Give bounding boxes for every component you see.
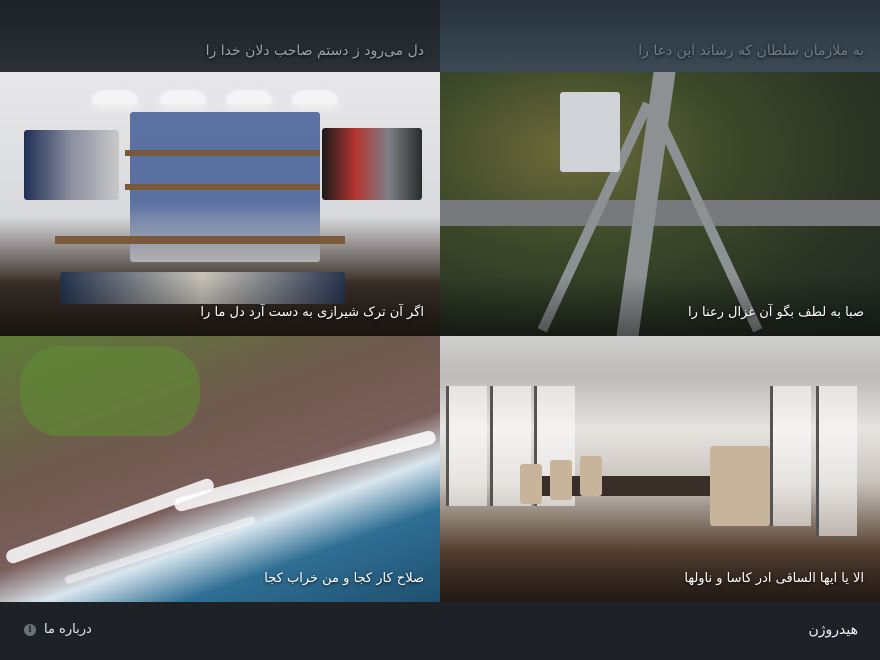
wave-shape bbox=[4, 476, 216, 566]
tile-highway[interactable]: صبا به لطف بگو آن غزال رعنا را bbox=[440, 72, 880, 336]
tile-top-left[interactable]: دل می‌رود ز دستم صاحب دلان خدا را bbox=[0, 0, 440, 72]
image-grid: دل می‌رود ز دستم صاحب دلان خدا را به ملا… bbox=[0, 0, 880, 602]
tile-conference[interactable]: الا یا ایها الساقی ادر کاسا و ناولها bbox=[440, 336, 880, 602]
tile-caption: الا یا ایها الساقی ادر کاسا و ناولها bbox=[684, 571, 864, 586]
tile-caption: صبا به لطف بگو آن غزال رعنا را bbox=[687, 305, 864, 320]
tile-caption: دل می‌رود ز دستم صاحب دلان خدا را bbox=[205, 43, 424, 59]
chair-shape bbox=[710, 446, 770, 526]
road-shape bbox=[440, 200, 880, 226]
clothes-rack bbox=[322, 128, 422, 200]
lamp-shape bbox=[92, 90, 138, 104]
tile-store[interactable]: اگر آن ترک شیرازی به دست آرد دل ما را bbox=[0, 72, 440, 336]
tile-caption: اگر آن ترک شیرازی به دست آرد دل ما را bbox=[200, 305, 424, 320]
chair-shape bbox=[550, 460, 572, 500]
info-icon: i bbox=[24, 623, 36, 636]
tile-caption: صلاح کار کجا و من خراب کجا bbox=[264, 571, 424, 586]
shelf bbox=[125, 150, 320, 156]
brand-name[interactable]: هیدروژن bbox=[808, 622, 858, 638]
shelf bbox=[125, 184, 320, 190]
tile-caption: به ملازمان سلطان که رساند این دعا را bbox=[638, 43, 864, 59]
footer-bar: هیدروژن درباره ما i bbox=[0, 602, 880, 660]
wave-shape bbox=[172, 429, 438, 513]
lamp-shape bbox=[292, 90, 338, 104]
chair-shape bbox=[520, 464, 542, 504]
tile-coast[interactable]: صلاح کار کجا و من خراب کجا bbox=[0, 336, 440, 602]
clothes-rack bbox=[24, 130, 119, 200]
chair-shape bbox=[580, 456, 602, 496]
about-link[interactable]: درباره ما i bbox=[24, 622, 92, 637]
window-shape bbox=[446, 386, 487, 506]
window-shape bbox=[816, 386, 857, 536]
lamp-shape bbox=[160, 90, 206, 104]
lamp-shape bbox=[226, 90, 272, 104]
vegetation-shape bbox=[20, 346, 200, 436]
window-shape bbox=[770, 386, 811, 526]
building-shape bbox=[560, 92, 620, 172]
tile-top-right[interactable]: به ملازمان سلطان که رساند این دعا را bbox=[440, 0, 880, 72]
about-label: درباره ما bbox=[44, 622, 92, 637]
table bbox=[55, 236, 345, 244]
